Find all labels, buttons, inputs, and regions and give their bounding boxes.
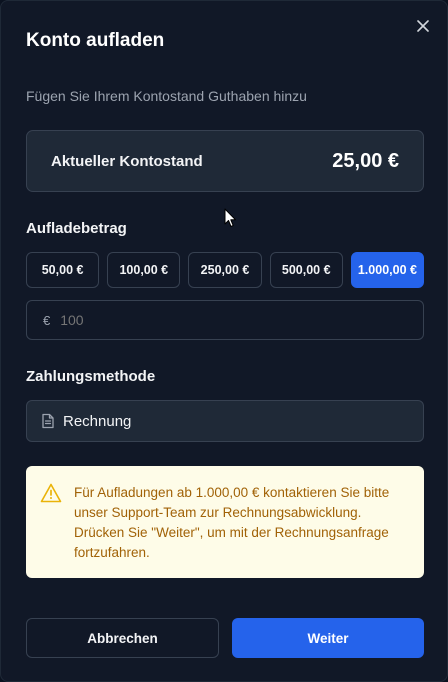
current-balance-card: Aktueller Kontostand 25,00 € bbox=[26, 130, 424, 192]
close-button[interactable] bbox=[413, 16, 433, 36]
dialog-subtitle: Fügen Sie Ihrem Kontostand Guthaben hinz… bbox=[26, 88, 307, 104]
balance-label: Aktueller Kontostand bbox=[51, 152, 203, 170]
amount-preset-50[interactable]: 50,00 € bbox=[26, 252, 100, 288]
currency-symbol: € bbox=[43, 312, 51, 328]
invoice-warning-alert: Für Aufladungen ab 1.000,00 € kontaktier… bbox=[26, 466, 424, 578]
amount-preset-1000[interactable]: 1.000,00 € bbox=[350, 252, 425, 288]
payment-method-select[interactable]: Rechnung bbox=[26, 400, 424, 442]
topup-dialog: Konto aufladen Fügen Sie Ihrem Kontostan… bbox=[0, 0, 448, 682]
custom-amount-input[interactable] bbox=[60, 312, 361, 328]
amount-preset-100[interactable]: 100,00 € bbox=[107, 252, 181, 288]
amount-section-label: Aufladebetrag bbox=[26, 220, 127, 237]
close-icon bbox=[417, 20, 429, 32]
custom-amount-field[interactable]: € bbox=[26, 300, 424, 340]
balance-value: 25,00 € bbox=[332, 149, 399, 172]
payment-section-label: Zahlungsmethode bbox=[26, 368, 156, 385]
warning-text: Für Aufladungen ab 1.000,00 € kontaktier… bbox=[74, 485, 390, 560]
amount-preset-250[interactable]: 250,00 € bbox=[188, 252, 262, 288]
next-button[interactable]: Weiter bbox=[232, 618, 424, 658]
warning-icon bbox=[40, 483, 62, 503]
dialog-title: Konto aufladen bbox=[26, 30, 165, 51]
amount-preset-500[interactable]: 500,00 € bbox=[269, 252, 343, 288]
mouse-cursor-icon bbox=[224, 208, 236, 227]
document-icon bbox=[42, 413, 54, 429]
payment-method-value: Rechnung bbox=[63, 412, 132, 430]
cancel-button[interactable]: Abbrechen bbox=[26, 618, 219, 658]
amount-presets: 50,00 € 100,00 € 250,00 € 500,00 € 1.000… bbox=[26, 252, 425, 288]
